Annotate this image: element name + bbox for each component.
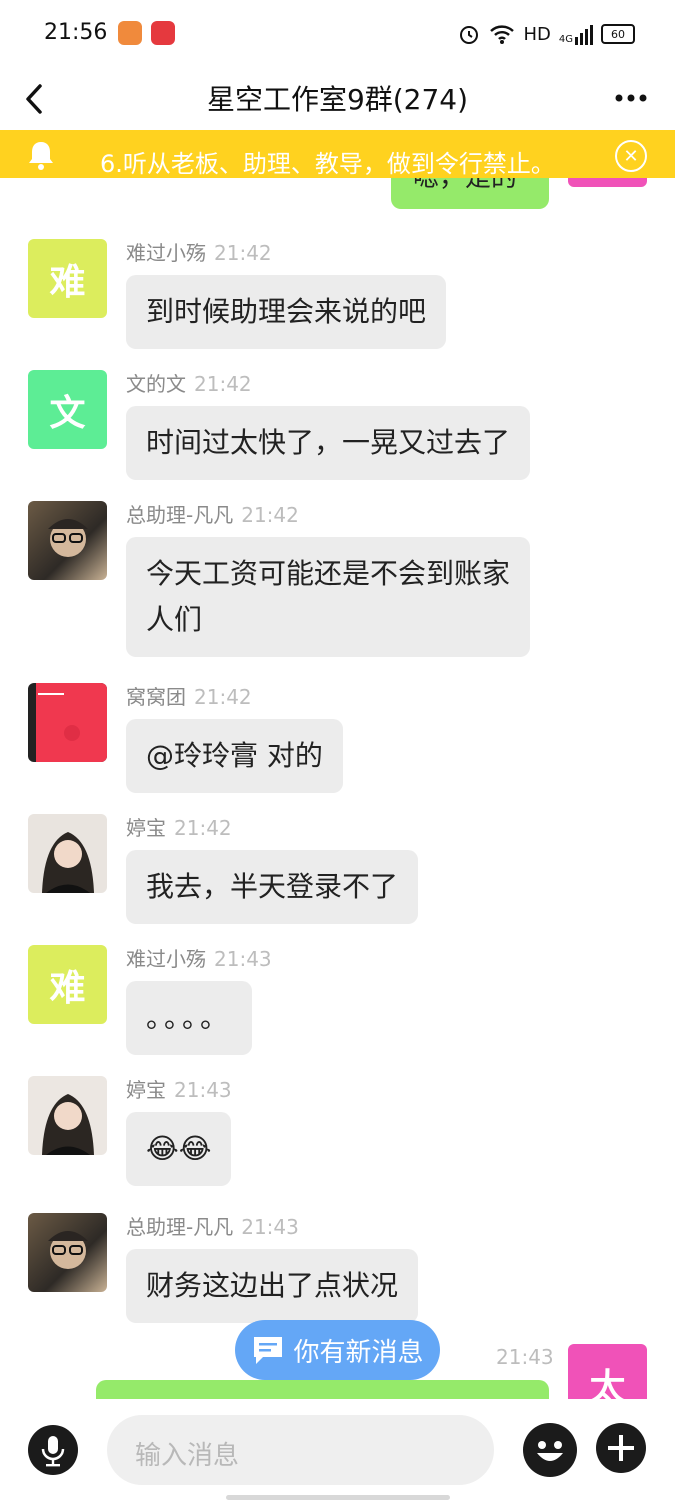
avatar[interactable]	[28, 683, 107, 762]
bell-icon	[29, 142, 53, 170]
microphone-icon	[41, 1436, 65, 1467]
message-bubble[interactable]: 。。。。	[126, 981, 253, 1055]
partial-own-bubble: 嗯，是的	[391, 177, 549, 209]
message-text-line: 今天工资可能还是不会到账家	[146, 557, 511, 590]
message-bubble[interactable]: 今天工资可能还是不会到账家 人们	[126, 537, 531, 657]
input-placeholder: 输入消息	[135, 1441, 240, 1471]
message-time: 21:43	[241, 1215, 299, 1239]
avatar[interactable]: 难	[28, 945, 107, 1024]
avatar[interactable]	[28, 501, 107, 580]
profile-photo-icon	[36, 683, 107, 762]
sender-name: 文的文	[126, 372, 186, 396]
sender-line: 文的文 21:42	[126, 368, 252, 397]
pinduoduo-app-icon	[151, 21, 175, 45]
sender-name: 总助理-凡凡	[126, 503, 234, 527]
sender-name: 婷宝	[126, 816, 166, 840]
message-bubble[interactable]: 😂😂	[126, 1112, 232, 1186]
signal-icon: 4G	[559, 23, 593, 45]
sender-name: 婷宝	[126, 1078, 166, 1102]
status-bar: 21:56 HD 4G 60	[0, 0, 675, 66]
profile-photo-icon	[48, 519, 88, 557]
smiley-icon	[537, 1441, 563, 1461]
sender-line: 总助理-凡凡 21:43	[126, 1211, 299, 1240]
chat-header: 星空工作室9群(274)	[0, 66, 675, 130]
status-time: 21:56	[44, 20, 108, 45]
avatar-text: 太	[589, 1366, 626, 1400]
close-notice-button[interactable]: ✕	[615, 140, 647, 172]
message-time: 21:43	[214, 947, 272, 971]
status-icons: HD 4G 60	[457, 20, 635, 48]
alarm-icon	[460, 26, 479, 44]
avatar[interactable]	[28, 814, 107, 893]
profile-photo-icon	[48, 1231, 88, 1269]
partial-bubble-text: 嗯，是的	[413, 177, 518, 193]
message-input[interactable]: 输入消息	[107, 1415, 494, 1485]
emoji-button[interactable]	[523, 1423, 577, 1477]
home-indicator[interactable]	[226, 1495, 450, 1500]
avatar-text: 文	[49, 392, 86, 434]
uc-app-icon	[118, 21, 142, 45]
sender-line: 婷宝 21:43	[126, 1074, 232, 1103]
message-time: 21:42	[214, 241, 272, 265]
network-label: HD	[523, 23, 551, 45]
sender-name: 总助理-凡凡	[126, 1215, 234, 1239]
avatar-text: 难	[49, 261, 86, 303]
close-icon: ✕	[623, 145, 639, 167]
message-time: 21:43	[174, 1078, 232, 1102]
sender-line: 窝窝团 21:42	[126, 681, 252, 710]
group-notice-banner[interactable]: 6.听从老板、助理、教导，做到令行禁止。 ✕	[0, 130, 675, 178]
battery-level: 60	[611, 27, 625, 41]
message-text-line: 人们	[146, 603, 203, 636]
sender-name: 难过小殇	[126, 241, 206, 265]
message-time: 21:42	[241, 503, 299, 527]
avatar[interactable]: 难	[28, 239, 107, 318]
sender-name: 难过小殇	[126, 947, 206, 971]
more-icon	[615, 94, 647, 102]
message-bubble[interactable]: 我去，半天登录不了	[126, 850, 419, 924]
more-actions-button[interactable]	[596, 1423, 646, 1473]
notice-text: 6.听从老板、助理、教导，做到令行禁止。	[100, 150, 555, 178]
message-time: 21:42	[194, 685, 252, 709]
plus-icon	[608, 1435, 634, 1461]
own-message-bubble[interactable]	[96, 1380, 549, 1399]
wifi-icon	[490, 25, 515, 44]
own-message-time: 21:43	[496, 1345, 554, 1369]
sender-line: 难过小殇 21:42	[126, 237, 272, 266]
sender-line: 婷宝 21:42	[126, 812, 232, 841]
own-avatar[interactable]: 太	[568, 1344, 647, 1399]
message-bubble[interactable]: @玲玲膏 对的	[126, 719, 343, 793]
signal-label: 4G	[558, 34, 573, 45]
battery-icon: 60	[601, 24, 635, 44]
avatar-text: 难	[49, 967, 86, 1009]
message-list[interactable]: 嗯，是的 难 难过小殇 21:42 到时候助理会来说的吧 文 文的文 21:42 时…	[0, 177, 675, 1399]
avatar[interactable]	[28, 1076, 107, 1155]
profile-photo-icon	[42, 1094, 94, 1155]
message-time: 21:42	[174, 816, 232, 840]
message-bubble[interactable]: 时间过太快了，一晃又过去了	[126, 406, 531, 480]
sender-name: 窝窝团	[126, 685, 186, 709]
input-bar: 输入消息	[0, 1399, 675, 1500]
more-options-button[interactable]	[611, 74, 651, 122]
sender-line: 总助理-凡凡 21:42	[126, 499, 299, 528]
new-message-toast[interactable]: 你有新消息	[235, 1320, 440, 1380]
partial-own-avatar	[568, 177, 647, 187]
voice-button[interactable]	[28, 1425, 78, 1475]
toast-text: 你有新消息	[293, 1337, 424, 1368]
message-time: 21:42	[194, 372, 252, 396]
message-bubble[interactable]: 财务这边出了点状况	[126, 1249, 419, 1323]
avatar[interactable]	[28, 1213, 107, 1292]
message-bubble[interactable]: 到时候助理会来说的吧	[126, 275, 447, 349]
profile-photo-icon	[42, 832, 94, 893]
message-icon	[254, 1337, 283, 1364]
sender-line: 难过小殇 21:43	[126, 943, 272, 972]
page-title: 星空工作室9群(274)	[206, 83, 469, 116]
avatar[interactable]: 文	[28, 370, 107, 449]
